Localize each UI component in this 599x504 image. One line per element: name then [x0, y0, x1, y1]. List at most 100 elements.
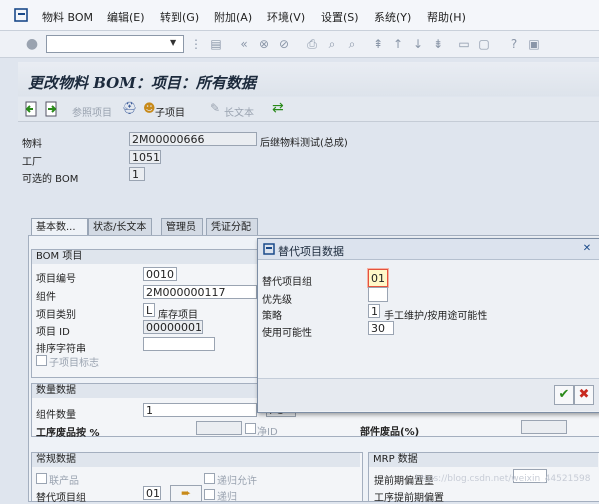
- strategy-description: 手工维护/按用途可能性: [384, 311, 488, 322]
- item-category-field[interactable]: L: [143, 303, 155, 317]
- command-field[interactable]: [46, 35, 184, 53]
- alt-item-group-field[interactable]: 01: [143, 486, 161, 500]
- net-id-checkbox[interactable]: [245, 423, 256, 434]
- dialog-group-field[interactable]: 01: [368, 269, 388, 287]
- byproduct-label: 联产品: [49, 476, 79, 487]
- cross-icon: ✖: [578, 387, 590, 402]
- mrp-data-header: MRP 数据: [369, 453, 598, 467]
- alt-item-group-label: 替代项目组: [36, 493, 86, 504]
- menu-goto[interactable]: 转到(G): [160, 9, 199, 25]
- tab-basic-data[interactable]: 基本数...: [31, 218, 88, 235]
- previous-page-icon[interactable]: ↑: [390, 37, 406, 51]
- refresh-icon[interactable]: ⇄: [272, 100, 284, 116]
- general-data-header: 常规数据: [32, 453, 360, 467]
- net-id-label: 净ID: [257, 427, 278, 438]
- help-icon[interactable]: ?: [506, 37, 522, 51]
- strategy-field[interactable]: 1: [368, 304, 380, 318]
- item-number-field[interactable]: 0010: [143, 267, 177, 281]
- dialog-group-label: 替代项目组: [262, 277, 312, 288]
- priority-label: 优先级: [262, 295, 292, 306]
- exit-icon[interactable]: ⊗: [256, 37, 272, 51]
- bom-item-header: BOM 项目: [32, 250, 257, 264]
- quantity-header: 数量数据: [32, 384, 257, 398]
- back-icon[interactable]: «: [236, 37, 252, 51]
- hat-icon[interactable]: ⛑: [122, 101, 137, 115]
- recursive-checkbox[interactable]: [204, 489, 215, 500]
- sub-item-flag-checkbox[interactable]: [36, 355, 47, 366]
- operation-scrap-label: 工序废品按 %: [36, 428, 100, 439]
- sub-item-button[interactable]: 子项目: [155, 104, 185, 119]
- separator-icon: ⋮: [190, 37, 202, 51]
- plant-label: 工厂: [22, 157, 42, 168]
- last-page-icon[interactable]: ⇟: [430, 37, 446, 51]
- layout-menu-icon[interactable]: ▣: [526, 37, 542, 51]
- item-category-label: 项目类别: [36, 310, 76, 321]
- chevron-down-icon[interactable]: ▼: [170, 38, 176, 47]
- item-number-label: 项目编号: [36, 274, 76, 285]
- accept-button[interactable]: ✔: [554, 385, 574, 405]
- sub-item-flag-label: 子项目标志: [49, 358, 99, 369]
- operation-lead-offset-label: 工序提前期偏置: [374, 493, 444, 504]
- material-label: 物料: [22, 139, 42, 150]
- item-category-description: 库存项目: [158, 310, 198, 321]
- component-quantity-field[interactable]: 1: [143, 403, 257, 417]
- enter-icon[interactable]: ●: [24, 37, 40, 51]
- material-field[interactable]: 2M00000666: [129, 132, 257, 146]
- long-text-icon[interactable]: ✎: [210, 101, 220, 115]
- item-id-field[interactable]: 00000001: [143, 320, 203, 334]
- alt-item-data-button[interactable]: ➨: [170, 485, 202, 502]
- sort-string-label: 排序字符串: [36, 344, 86, 355]
- alt-bom-label: 可选的 BOM: [22, 174, 79, 185]
- component-label: 组件: [36, 292, 56, 303]
- component-field[interactable]: 2M000000117: [143, 285, 257, 299]
- reference-item-button[interactable]: 参照项目: [72, 104, 112, 119]
- material-description: 后继物料测试(总成): [260, 138, 348, 149]
- checkmark-icon: ✔: [558, 387, 570, 402]
- next-page-icon[interactable]: ↓: [410, 37, 426, 51]
- plant-field[interactable]: 1051: [129, 150, 161, 164]
- menu-extras[interactable]: 附加(A): [214, 9, 252, 25]
- sort-string-field[interactable]: [143, 337, 215, 351]
- close-icon[interactable]: ✕: [581, 243, 593, 255]
- menu-help[interactable]: 帮助(H): [427, 9, 466, 25]
- component-quantity-label: 组件数量: [36, 410, 76, 421]
- app-menu-icon[interactable]: [14, 8, 28, 22]
- find-next-icon[interactable]: ⌕: [344, 37, 360, 51]
- previous-item-icon[interactable]: [24, 101, 38, 117]
- cancel-button[interactable]: ✖: [574, 385, 594, 405]
- recursive-label: 递归: [217, 492, 237, 503]
- long-text-button[interactable]: 长文本: [224, 104, 254, 119]
- recursive-allowed-checkbox[interactable]: [204, 473, 215, 484]
- component-scrap-field[interactable]: [521, 420, 567, 434]
- menu-settings[interactable]: 设置(S): [321, 9, 359, 25]
- menu-material-bom[interactable]: 物料 BOM: [42, 9, 93, 25]
- new-session-icon[interactable]: ▭: [456, 37, 472, 51]
- usage-probability-field[interactable]: 30: [368, 321, 394, 335]
- find-icon[interactable]: ⌕: [324, 37, 340, 51]
- dialog-footer: [258, 378, 599, 411]
- shortcut-icon[interactable]: ▢: [476, 37, 492, 51]
- item-id-label: 项目 ID: [36, 327, 70, 338]
- tab-status-long-text[interactable]: 状态/长文本: [88, 218, 152, 235]
- menu-environment[interactable]: 环境(V): [267, 9, 305, 25]
- print-icon[interactable]: ⎙: [304, 37, 320, 51]
- tab-administration[interactable]: 管理员: [161, 218, 203, 235]
- strategy-label: 策略: [262, 311, 282, 322]
- first-page-icon[interactable]: ⇞: [370, 37, 386, 51]
- tab-document-assignment[interactable]: 凭证分配: [206, 218, 258, 235]
- alt-bom-field[interactable]: 1: [129, 167, 145, 181]
- component-scrap-label: 部件废品(%): [360, 427, 420, 438]
- byproduct-checkbox[interactable]: [36, 473, 47, 484]
- dialog-title: 替代项目数据: [278, 245, 344, 258]
- save-icon[interactable]: ▤: [208, 37, 224, 51]
- menu-edit[interactable]: 编辑(E): [107, 9, 145, 25]
- dialog-menu-icon[interactable]: [263, 243, 275, 255]
- menu-system[interactable]: 系统(Y): [374, 9, 411, 25]
- next-item-icon[interactable]: [44, 101, 58, 117]
- sub-item-icon[interactable]: ☻: [143, 101, 156, 115]
- priority-field[interactable]: [368, 287, 388, 302]
- cancel-icon[interactable]: ⊘: [276, 37, 292, 51]
- operation-scrap-field[interactable]: [196, 421, 242, 435]
- watermark: https://blog.csdn.net/weixin_44521598: [415, 474, 591, 484]
- page-title: 更改物料 BOM：项目：所有数据: [28, 74, 256, 92]
